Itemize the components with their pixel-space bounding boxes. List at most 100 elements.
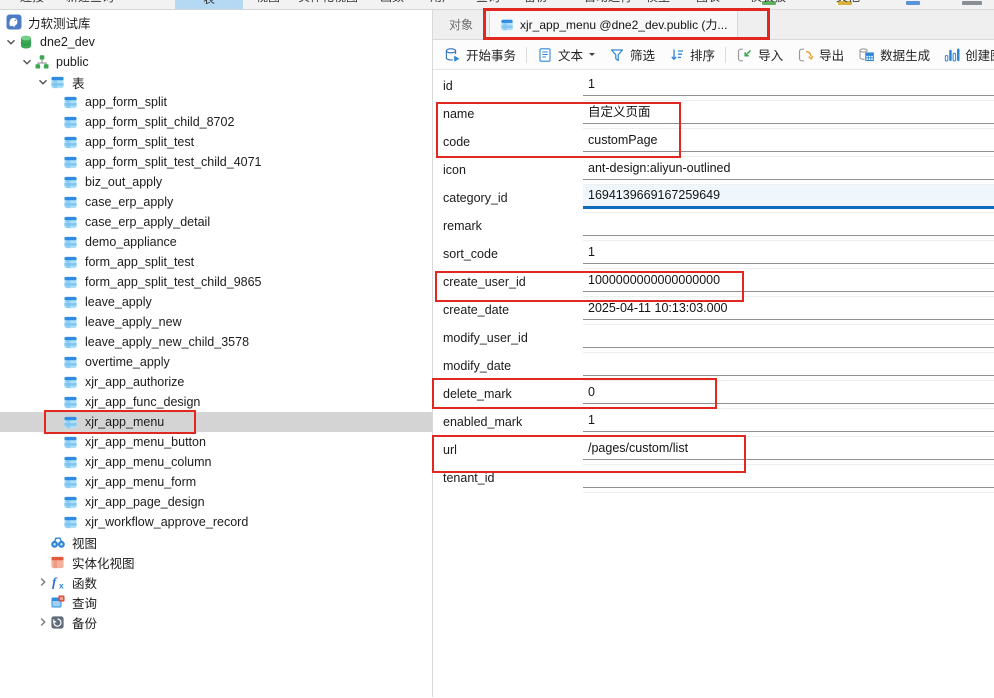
- tree-item-app_form_split_test[interactable]: app_form_split_test: [0, 132, 432, 152]
- tree-item-xjr_app_menu_button[interactable]: xjr_app_menu_button: [0, 432, 432, 452]
- field-row-sort_code: sort_code1: [433, 241, 994, 269]
- field-value-icon[interactable]: ant-design:aliyun-outlined: [583, 157, 994, 180]
- tree-item-xjr_app_authorize[interactable]: xjr_app_authorize: [0, 372, 432, 392]
- clipped-toolbar-item-新建查询[interactable]: 新建查询: [60, 0, 120, 9]
- field-value-sort_code[interactable]: 1: [583, 241, 994, 264]
- field-value-enabled_mark[interactable]: 1: [583, 409, 994, 432]
- table-icon: [63, 454, 80, 470]
- tree-item-xjr_app_menu_form[interactable]: xjr_app_menu_form: [0, 472, 432, 492]
- tree-item-case_erp_apply[interactable]: case_erp_apply: [0, 192, 432, 212]
- tree-item-xjr_app_page_design[interactable]: xjr_app_page_design: [0, 492, 432, 512]
- text-document-icon: [537, 47, 553, 63]
- clipped-toolbar-item-视图[interactable]: 视图: [250, 0, 286, 9]
- views-icon: [50, 534, 67, 550]
- table-icon: [63, 114, 80, 130]
- chevron-right-icon[interactable]: [36, 615, 50, 629]
- tree-item-app_form_split_child_8702[interactable]: app_form_split_child_8702: [0, 112, 432, 132]
- field-value-remark[interactable]: [583, 213, 994, 236]
- chevron-right-icon[interactable]: [36, 575, 50, 589]
- field-row-modify_date: modify_date: [433, 353, 994, 381]
- tree-item-biz_out_apply[interactable]: biz_out_apply: [0, 172, 432, 192]
- tree-item-xjr_app_func_design[interactable]: xjr_app_func_design: [0, 392, 432, 412]
- tree-item-app_form_split_test_child_4071[interactable]: app_form_split_test_child_4071: [0, 152, 432, 172]
- clipped-main-toolbar: 连接 新建查询 表视图实体化视图 函数 用户 查询 备份 自动运行模型 图表 仪表板 其他: [0, 0, 994, 10]
- tab-table-record[interactable]: xjr_app_menu @dne2_dev.public (力...: [489, 10, 738, 39]
- tree-item-label: app_form_split_child_8702: [84, 115, 234, 129]
- text-view-button[interactable]: 文本: [530, 42, 602, 68]
- begin-transaction-button[interactable]: 开始事务: [437, 42, 523, 68]
- clipped-toolbar-item-函数[interactable]: 函数: [374, 0, 410, 9]
- import-button[interactable]: 导入: [729, 42, 790, 68]
- tree-item-表[interactable]: 表: [0, 72, 432, 92]
- field-value-id[interactable]: 1: [583, 73, 994, 96]
- field-value-modify_user_id[interactable]: [583, 325, 994, 348]
- field-value-modify_date[interactable]: [583, 353, 994, 376]
- clipped-toolbar-item-备份[interactable]: 备份: [518, 0, 554, 9]
- export-button[interactable]: 导出: [790, 42, 851, 68]
- tree-item-form_app_split_test[interactable]: form_app_split_test: [0, 252, 432, 272]
- filter-icon: [609, 47, 625, 63]
- field-label-create_date: create_date: [433, 297, 583, 325]
- clipped-toolbar-item-用户[interactable]: 用户: [424, 0, 460, 9]
- clipped-toolbar-item-其他[interactable]: 其他: [830, 0, 866, 9]
- field-value-create_user_id[interactable]: 1000000000000000000: [583, 269, 994, 292]
- tree-item-leave_apply_new_child_3578[interactable]: leave_apply_new_child_3578: [0, 332, 432, 352]
- tree-item-app_form_split[interactable]: app_form_split: [0, 92, 432, 112]
- tree-item-label: app_form_split_test: [84, 135, 194, 149]
- clipped-toolbar-item-查询[interactable]: 查询: [470, 0, 506, 9]
- field-value-code[interactable]: customPage: [583, 129, 994, 152]
- field-cell: [583, 325, 994, 353]
- tree-item-overtime_apply[interactable]: overtime_apply: [0, 352, 432, 372]
- tree-item-函数[interactable]: fx函数: [0, 572, 432, 592]
- clipped-toolbar-item-表[interactable]: 表: [175, 0, 243, 10]
- data-generation-label: 数据生成: [880, 45, 930, 64]
- table-icon: [63, 274, 80, 290]
- tree-item-查询[interactable]: 查询: [0, 592, 432, 612]
- tree-item-实体化视图[interactable]: 实体化视图: [0, 552, 432, 572]
- clipped-toolbar-item-模型[interactable]: 模型: [640, 0, 676, 9]
- field-value-tenant_id[interactable]: [583, 465, 994, 488]
- svg-text:x: x: [59, 581, 64, 591]
- tree-item-xjr_app_menu[interactable]: xjr_app_menu: [0, 412, 432, 432]
- tree-item-label: case_erp_apply: [84, 195, 173, 209]
- data-generation-button[interactable]: 数据生成: [851, 42, 937, 68]
- tree-item-leave_apply[interactable]: leave_apply: [0, 292, 432, 312]
- chevron-down-icon[interactable]: [36, 75, 50, 89]
- tree-item-form_app_split_test_child_9865[interactable]: form_app_split_test_child_9865: [0, 272, 432, 292]
- chevron-down-icon[interactable]: [20, 55, 34, 69]
- tree-item-label: 函数: [71, 573, 97, 592]
- table-icon: [63, 174, 80, 190]
- clipped-toolbar-item-连接[interactable]: 连接: [14, 0, 50, 9]
- tree-item-力软测试库[interactable]: 力软测试库: [0, 12, 432, 32]
- field-label-modify_date: modify_date: [433, 353, 583, 381]
- tree-item-demo_appliance[interactable]: demo_appliance: [0, 232, 432, 252]
- tab-table-record-label: xjr_app_menu @dne2_dev.public (力...: [520, 16, 727, 33]
- tree-item-备份[interactable]: 备份: [0, 612, 432, 632]
- field-value-url[interactable]: /pages/custom/list: [583, 437, 994, 460]
- sort-button[interactable]: 排序: [662, 42, 722, 68]
- create-chart-button[interactable]: 创建图表: [937, 42, 994, 68]
- clipped-toolbar-item-图表[interactable]: 图表: [690, 0, 726, 9]
- tree-item-public[interactable]: public: [0, 52, 432, 72]
- clipped-toolbar-item-自动运行[interactable]: 自动运行: [578, 0, 638, 9]
- field-value-category_id[interactable]: 1694139669167259649: [583, 185, 994, 209]
- tree-item-视图[interactable]: 视图: [0, 532, 432, 552]
- clipped-toolbar-item-实体化视图[interactable]: 实体化视图: [292, 0, 364, 9]
- tree-item-dne2_dev[interactable]: dne2_dev: [0, 32, 432, 52]
- record-form: id1name自定义页面codecustomPageiconant-design…: [433, 70, 994, 697]
- field-cell: 2025-04-11 10:13:03.000: [583, 297, 994, 325]
- field-label-url: url: [433, 437, 583, 465]
- tree-item-xjr_workflow_approve_record[interactable]: xjr_workflow_approve_record: [0, 512, 432, 532]
- filter-button[interactable]: 筛选: [602, 42, 662, 68]
- field-value-create_date[interactable]: 2025-04-11 10:13:03.000: [583, 297, 994, 320]
- field-value-delete_mark[interactable]: 0: [583, 381, 994, 404]
- tree-item-xjr_app_menu_column[interactable]: xjr_app_menu_column: [0, 452, 432, 472]
- field-value-name[interactable]: 自定义页面: [583, 101, 994, 124]
- clipped-toolbar-item-仪表板[interactable]: 仪表板: [744, 0, 792, 9]
- tab-objects[interactable]: 对象: [433, 10, 489, 39]
- tree-item-leave_apply_new[interactable]: leave_apply_new: [0, 312, 432, 332]
- tree-item-case_erp_apply_detail[interactable]: case_erp_apply_detail: [0, 212, 432, 232]
- record-toolbar: 开始事务 文本 筛选: [433, 40, 994, 70]
- tree-item-label: app_form_split: [84, 95, 167, 109]
- chevron-down-icon[interactable]: [4, 35, 18, 49]
